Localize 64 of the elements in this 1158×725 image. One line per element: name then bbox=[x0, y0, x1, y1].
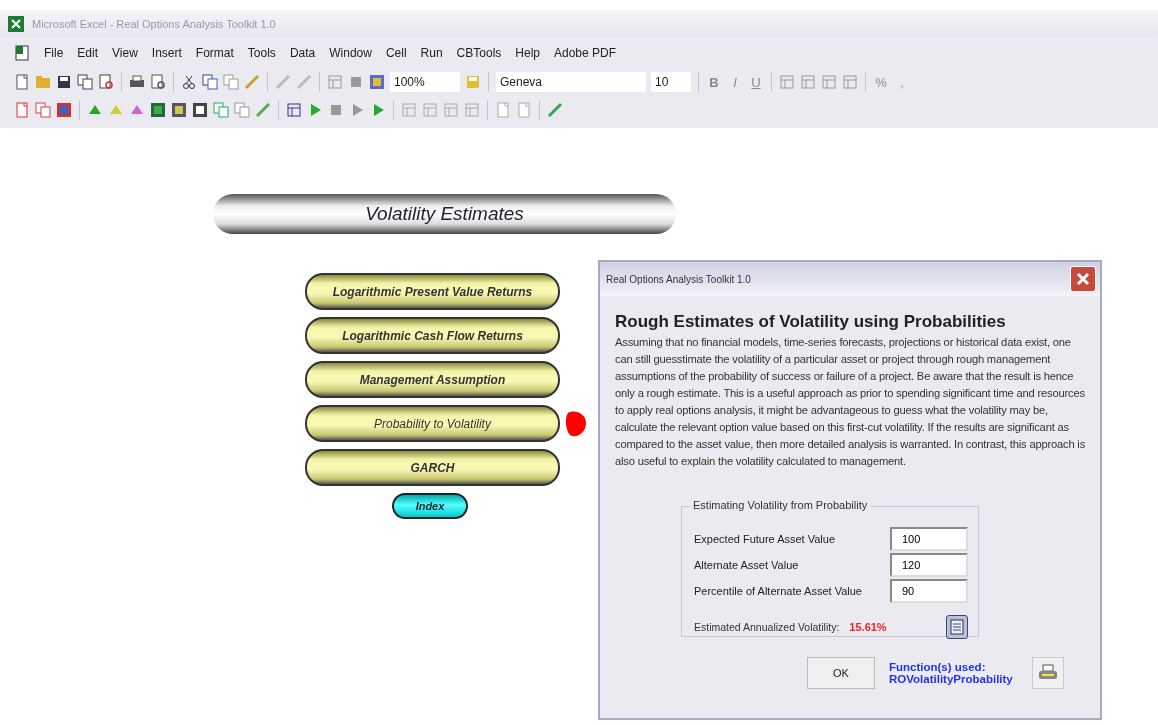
font-size-dropdown[interactable]: 10 bbox=[651, 72, 691, 92]
field-label: Percentile of Alternate Asset Value bbox=[694, 585, 862, 597]
section-banner: Volatility Estimates bbox=[213, 194, 676, 234]
window-title: Microsoft Excel - Real Options Analysis Toolkit 1.0 bbox=[32, 18, 276, 30]
method-button[interactable]: GARCH bbox=[305, 449, 560, 486]
menu-item[interactable]: Run bbox=[420, 46, 443, 60]
functions-label: Function(s) used: bbox=[889, 661, 987, 673]
close-button[interactable] bbox=[1070, 266, 1096, 292]
method-button[interactable]: Logarithmic Cash Flow Returns bbox=[305, 317, 560, 354]
document-icon[interactable] bbox=[77, 74, 93, 90]
result-value: 15.61% bbox=[849, 621, 887, 633]
font-dropdown[interactable]: Geneva bbox=[496, 72, 646, 92]
preview-icon[interactable] bbox=[98, 74, 114, 90]
new-document-icon[interactable] bbox=[14, 74, 30, 90]
menu-item[interactable]: CBTools bbox=[456, 46, 502, 60]
page-icon[interactable] bbox=[495, 102, 511, 118]
index-button[interactable]: Index bbox=[392, 493, 468, 519]
ok-button[interactable]: OK bbox=[807, 657, 875, 689]
menu-item[interactable]: Window bbox=[329, 46, 372, 60]
menu-item[interactable]: View bbox=[112, 46, 138, 60]
group-title: Estimating Volatility from Probability bbox=[690, 499, 871, 511]
menu-item[interactable]: Tools bbox=[247, 46, 276, 60]
scissors-icon[interactable] bbox=[181, 74, 197, 90]
folder-icon[interactable] bbox=[35, 74, 51, 90]
field-label: Alternate Asset Value bbox=[694, 559, 799, 571]
input-field[interactable]: 120 bbox=[890, 553, 968, 577]
spreadsheet-app-icon bbox=[8, 16, 24, 32]
workbook-icon[interactable] bbox=[14, 45, 30, 61]
description-text: Assuming that no financial models, time-series forecasts, projections or historical data exist, one can still guesstimate the volatility of a particular asset or project through rough management assumptions of the probability of success or failure of a project. Be aware that the result is hence only a rough estimate. This is a useful approach as prior to spending significant time and resources to apply real options analysis, it might be advantageous to guess what the volatility may be, calculate the relevant option value based on this first-cut volatility. If the results are significant as compared to the asset value, then more detailed analysis is warranted. In contrast, this approach is also useful to explain the volatility calculated to management. bbox=[615, 335, 1087, 469]
method-button[interactable]: Probability to Volatility bbox=[305, 405, 560, 442]
zoom-dropdown[interactable]: 100% bbox=[390, 72, 460, 92]
paste-icon[interactable] bbox=[223, 74, 239, 90]
print-button[interactable] bbox=[1032, 657, 1064, 689]
input-field[interactable]: 90 bbox=[890, 579, 968, 603]
menu-item[interactable]: Adobe PDF bbox=[554, 46, 617, 60]
sheets-icon[interactable] bbox=[234, 102, 250, 118]
calculator-button[interactable] bbox=[946, 615, 968, 639]
stop-icon[interactable] bbox=[328, 102, 344, 118]
framed-square-icon[interactable] bbox=[150, 102, 166, 118]
field-label: Expected Future Asset Value bbox=[694, 533, 836, 545]
input-field[interactable]: 100 bbox=[890, 527, 968, 551]
copy-icon[interactable] bbox=[202, 74, 218, 90]
pointer-mark-icon bbox=[564, 408, 588, 439]
print-preview-icon[interactable] bbox=[150, 74, 166, 90]
pages-icon[interactable] bbox=[516, 102, 532, 118]
menu-item[interactable]: Edit bbox=[77, 46, 99, 60]
menu-item[interactable]: Help bbox=[515, 46, 540, 60]
printer-icon bbox=[1038, 664, 1058, 682]
function-name: ROVolatilityProbability bbox=[889, 673, 1013, 685]
menu-item[interactable]: File bbox=[44, 46, 64, 60]
menu-item[interactable]: Format bbox=[195, 46, 234, 60]
menu-item[interactable]: Insert bbox=[151, 46, 182, 60]
table-icon[interactable] bbox=[286, 102, 302, 118]
result-label: Estimated Annualized Volatility: bbox=[694, 621, 840, 633]
close-icon bbox=[1075, 271, 1091, 287]
menu-item[interactable]: Data bbox=[289, 46, 316, 60]
method-button[interactable]: Logarithmic Present Value Returns bbox=[305, 273, 560, 310]
save-icon[interactable] bbox=[56, 74, 72, 90]
method-button[interactable]: Management Assumption bbox=[305, 361, 560, 398]
menu-item[interactable]: Cell bbox=[385, 46, 407, 60]
dialog-title: Real Options Analysis Toolkit 1.0 bbox=[606, 273, 751, 285]
dialog-heading: Rough Estimates of Volatility using Probabilities bbox=[615, 312, 1007, 332]
printer-icon[interactable] bbox=[129, 74, 145, 90]
copy-sheets-icon[interactable] bbox=[213, 102, 229, 118]
